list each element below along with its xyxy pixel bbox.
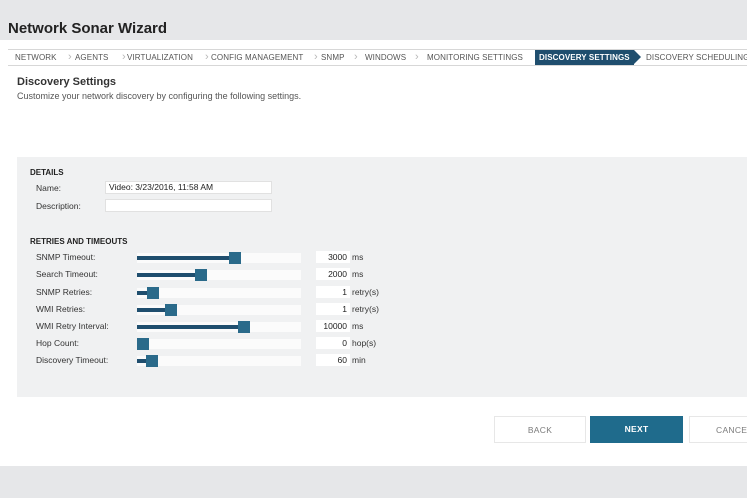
- hop-count-unit: hop(s): [352, 338, 377, 348]
- description-label: Description:: [36, 201, 81, 211]
- snmp-retries-slider[interactable]: [137, 287, 301, 299]
- cancel-button[interactable]: CANCEL: [689, 416, 747, 443]
- page-title: Discovery Settings: [17, 76, 117, 88]
- wmi-retries-value[interactable]: 1: [316, 303, 350, 315]
- wmi-retry-interval-value[interactable]: 10000: [316, 320, 350, 332]
- hop-count-value[interactable]: 0: [316, 337, 350, 349]
- snmp-retries-label: SNMP Retries:: [36, 287, 93, 297]
- snmp-timeout-label: SNMP Timeout:: [36, 252, 96, 262]
- slider-handle[interactable]: [165, 304, 178, 316]
- retries-heading: RETRIES AND TIMEOUTS: [30, 237, 128, 246]
- step-virtualization[interactable]: VIRTUALIZATION: [127, 50, 193, 65]
- snmp-retries-value[interactable]: 1: [316, 286, 350, 298]
- search-timeout-slider[interactable]: [137, 269, 301, 281]
- discovery-timeout-unit: min: [352, 355, 366, 365]
- slider-handle[interactable]: [194, 269, 207, 281]
- name-label: Name:: [36, 183, 62, 193]
- slider-handle[interactable]: [237, 321, 250, 333]
- slider-fill: [137, 256, 236, 260]
- discovery-timeout-label: Discovery Timeout:: [36, 355, 109, 365]
- step-discovery-settings[interactable]: DISCOVERY SETTINGS: [535, 50, 641, 65]
- back-button[interactable]: BACK: [494, 416, 586, 443]
- wizard-steps: NETWORK › AGENTS › VIRTUALIZATION › CONF…: [8, 49, 747, 66]
- step-windows[interactable]: WINDOWS: [365, 50, 406, 65]
- next-button[interactable]: NEXT: [590, 416, 683, 443]
- discovery-timeout-slider[interactable]: [137, 355, 301, 367]
- wmi-retries-slider[interactable]: [137, 304, 301, 316]
- details-heading: DETAILS: [30, 168, 64, 177]
- wizard-title: Network Sonar Wizard: [8, 20, 168, 37]
- step-snmp[interactable]: SNMP: [321, 50, 345, 65]
- search-timeout-label: Search Timeout:: [36, 269, 98, 279]
- snmp-retries-unit: retry(s): [352, 287, 379, 297]
- step-agents[interactable]: AGENTS: [75, 50, 109, 65]
- wmi-retry-interval-slider[interactable]: [137, 321, 301, 333]
- slider-handle[interactable]: [229, 252, 242, 264]
- search-timeout-unit: ms: [352, 269, 364, 279]
- step-monitoring-settings[interactable]: MONITORING SETTINGS: [427, 50, 523, 65]
- snmp-timeout-slider[interactable]: [137, 252, 301, 264]
- slider-handle[interactable]: [137, 338, 149, 350]
- wmi-retry-interval-label: WMI Retry Interval:: [36, 321, 109, 331]
- page-subtitle: Customize your network discovery by conf…: [17, 91, 302, 101]
- search-timeout-value[interactable]: 2000: [316, 268, 350, 280]
- discovery-timeout-value[interactable]: 60: [316, 354, 350, 366]
- snmp-timeout-value[interactable]: 3000: [316, 251, 350, 263]
- hop-count-label: Hop Count:: [36, 338, 79, 348]
- slider-fill: [137, 325, 244, 329]
- step-network[interactable]: NETWORK: [15, 50, 57, 65]
- bottom-band: [0, 466, 747, 498]
- slider-handle[interactable]: [147, 287, 160, 299]
- wmi-retries-label: WMI Retries:: [36, 304, 86, 314]
- slider-handle[interactable]: [145, 355, 158, 367]
- description-field[interactable]: [105, 199, 272, 212]
- wmi-retry-interval-unit: ms: [352, 321, 364, 331]
- hop-count-slider[interactable]: [137, 338, 301, 350]
- wmi-retries-unit: retry(s): [352, 304, 379, 314]
- step-config-management[interactable]: CONFIG MANAGEMENT: [211, 50, 303, 65]
- name-field[interactable]: Video: 3/23/2016, 11:58 AM: [105, 181, 272, 194]
- slider-fill: [137, 273, 201, 277]
- step-discovery-scheduling[interactable]: DISCOVERY SCHEDULING: [646, 50, 747, 65]
- snmp-timeout-unit: ms: [352, 252, 364, 262]
- step-discovery-settings-label: DISCOVERY SETTINGS: [539, 53, 630, 62]
